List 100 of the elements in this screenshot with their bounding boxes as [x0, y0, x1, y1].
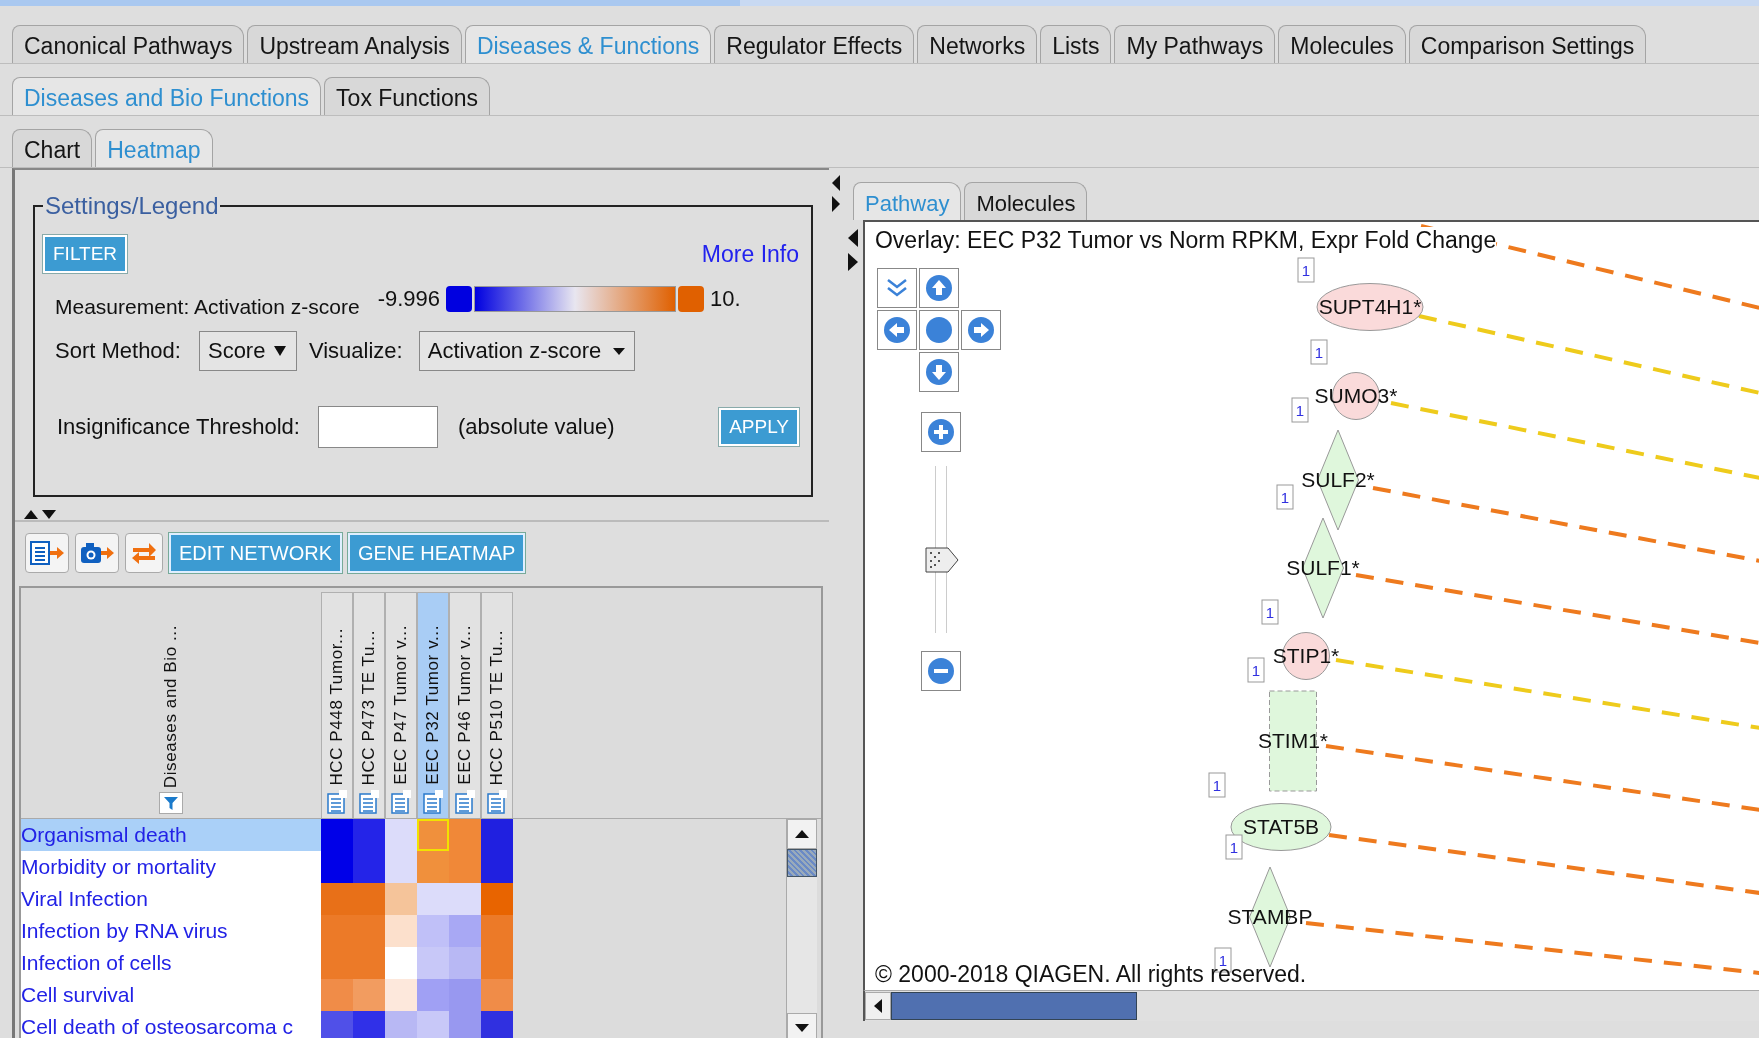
relationship-line[interactable] [1390, 401, 1759, 480]
tab[interactable]: Chart [12, 129, 93, 167]
relationship-line[interactable] [1418, 314, 1759, 395]
heatmap-cell[interactable] [481, 1011, 513, 1038]
export-document-button[interactable] [25, 533, 69, 574]
tab[interactable]: Molecules [964, 182, 1088, 220]
heatmap-cell[interactable] [353, 819, 385, 852]
more-info-link[interactable]: More Info [701, 240, 799, 268]
zoom-out-button[interactable] [921, 651, 961, 691]
heatmap-cell[interactable] [385, 979, 417, 1012]
center-button[interactable] [919, 310, 959, 350]
tab[interactable]: Molecules [1278, 25, 1406, 63]
pan-down-button[interactable] [919, 352, 959, 392]
heatmap-cell[interactable] [321, 819, 353, 852]
pan-right-button[interactable] [961, 310, 1001, 350]
heatmap-cell[interactable] [353, 851, 385, 884]
heatmap-cell[interactable] [353, 979, 385, 1012]
row-label[interactable]: Viral Infection [21, 883, 321, 916]
row-label[interactable]: Organismal death [21, 819, 321, 852]
heatmap-cell[interactable] [417, 851, 449, 884]
count-badge[interactable]: 1 [1291, 397, 1309, 423]
heatmap-cell[interactable] [449, 915, 481, 948]
heatmap-cell[interactable] [385, 915, 417, 948]
relationship-line[interactable] [1372, 486, 1759, 563]
heatmap-cell[interactable] [353, 1011, 385, 1038]
heatmap-cell[interactable] [321, 979, 353, 1012]
document-icon [326, 789, 348, 816]
collapse-button[interactable] [877, 268, 917, 308]
heatmap-cell[interactable] [321, 1011, 353, 1038]
tab[interactable]: Lists [1040, 25, 1112, 63]
heatmap-cell[interactable] [417, 947, 449, 980]
tab[interactable]: Canonical Pathways [12, 25, 245, 63]
column-header[interactable]: EEC P46 Tumor v... [449, 592, 481, 819]
relationship-line[interactable] [1328, 833, 1759, 895]
heatmap-cell[interactable] [481, 947, 513, 980]
filter-button[interactable] [159, 792, 183, 815]
tab[interactable]: My Pathways [1114, 25, 1276, 63]
visualize-dropdown[interactable]: Activation z-score [418, 331, 635, 371]
range-thumb[interactable] [678, 286, 704, 312]
heatmap-cell[interactable] [417, 883, 449, 916]
heatmap-cell[interactable] [449, 1011, 481, 1038]
heatmap-cell[interactable] [353, 883, 385, 916]
tab[interactable]: Tox Functions [324, 77, 490, 115]
heatmap-cell[interactable] [321, 883, 353, 916]
zoom-in-button[interactable] [921, 412, 961, 452]
tab[interactable]: Comparison Settings [1408, 25, 1647, 63]
sort-method-dropdown[interactable]: Score [198, 331, 297, 371]
pan-left-button[interactable] [877, 310, 917, 350]
count-badge[interactable]: 1 [1310, 339, 1328, 365]
slider-thumb[interactable] [925, 546, 959, 573]
heatmap-cell[interactable] [481, 979, 513, 1012]
vertical-scrollbar[interactable] [786, 819, 817, 1038]
relationship-line[interactable] [1355, 573, 1759, 645]
threshold-input[interactable] [317, 406, 438, 448]
count-badge[interactable]: 1 [1247, 657, 1265, 683]
heatmap-cell[interactable] [449, 979, 481, 1012]
row-label[interactable]: Morbidity or mortality [21, 851, 321, 884]
count-badge[interactable]: 1 [1297, 257, 1315, 283]
heatmap-cell[interactable] [481, 819, 513, 852]
count-badge[interactable]: 1 [1261, 599, 1279, 625]
range-thumb[interactable] [446, 286, 472, 312]
scrollbar-thumb[interactable] [891, 992, 1137, 1020]
swap-button[interactable] [125, 533, 163, 574]
count-badge[interactable]: 1 [1225, 834, 1243, 860]
column-header[interactable]: EEC P32 Tumor v... [417, 592, 449, 819]
heatmap-cell[interactable] [417, 915, 449, 948]
tab[interactable]: Upstream Analysis [247, 25, 462, 63]
heatmap-cell[interactable] [449, 851, 481, 884]
tab[interactable]: Regulator Effects [714, 25, 915, 63]
heatmap-cell[interactable] [481, 883, 513, 916]
gene-node[interactable]: SUPT4H1* [1316, 283, 1424, 331]
pan-up-button[interactable] [919, 268, 959, 308]
heatmap-cell[interactable] [385, 947, 417, 980]
heatmap-cell[interactable] [385, 883, 417, 916]
heatmap-cell[interactable] [321, 851, 353, 884]
export-image-button[interactable] [75, 533, 119, 574]
count-badge[interactable]: 1 [1208, 772, 1226, 798]
scrollbar-thumb[interactable] [787, 849, 817, 878]
column-header[interactable]: HCC P448 Tumor... [321, 592, 353, 819]
heatmap-cell[interactable] [449, 947, 481, 980]
heatmap-cell[interactable] [385, 851, 417, 884]
heatmap-cell[interactable] [449, 883, 481, 916]
heatmap-cell[interactable] [385, 819, 417, 852]
column-header[interactable]: HCC P510 TE Tu... [481, 592, 513, 819]
tab[interactable]: Networks [917, 25, 1038, 63]
column-header[interactable]: EEC P47 Tumor v... [385, 592, 417, 819]
row-label[interactable]: Cell death of osteosarcoma c [21, 1011, 321, 1038]
heatmap-cell[interactable] [417, 819, 449, 852]
heatmap-cell[interactable] [417, 1011, 449, 1038]
heatmap-cell[interactable] [481, 915, 513, 948]
heatmap-cell[interactable] [449, 819, 481, 852]
heatmap-cell[interactable] [417, 979, 449, 1012]
horizontal-scrollbar[interactable] [863, 990, 1759, 1021]
column-header[interactable]: HCC P473 TE Tu... [353, 592, 385, 819]
heatmap-cell[interactable] [385, 1011, 417, 1038]
count-badge[interactable]: 1 [1276, 484, 1294, 510]
row-label[interactable]: Infection by RNA virus [21, 915, 321, 948]
row-label[interactable]: Cell survival [21, 979, 321, 1012]
heatmap-cell[interactable] [481, 851, 513, 884]
row-label[interactable]: Infection of cells [21, 947, 321, 980]
